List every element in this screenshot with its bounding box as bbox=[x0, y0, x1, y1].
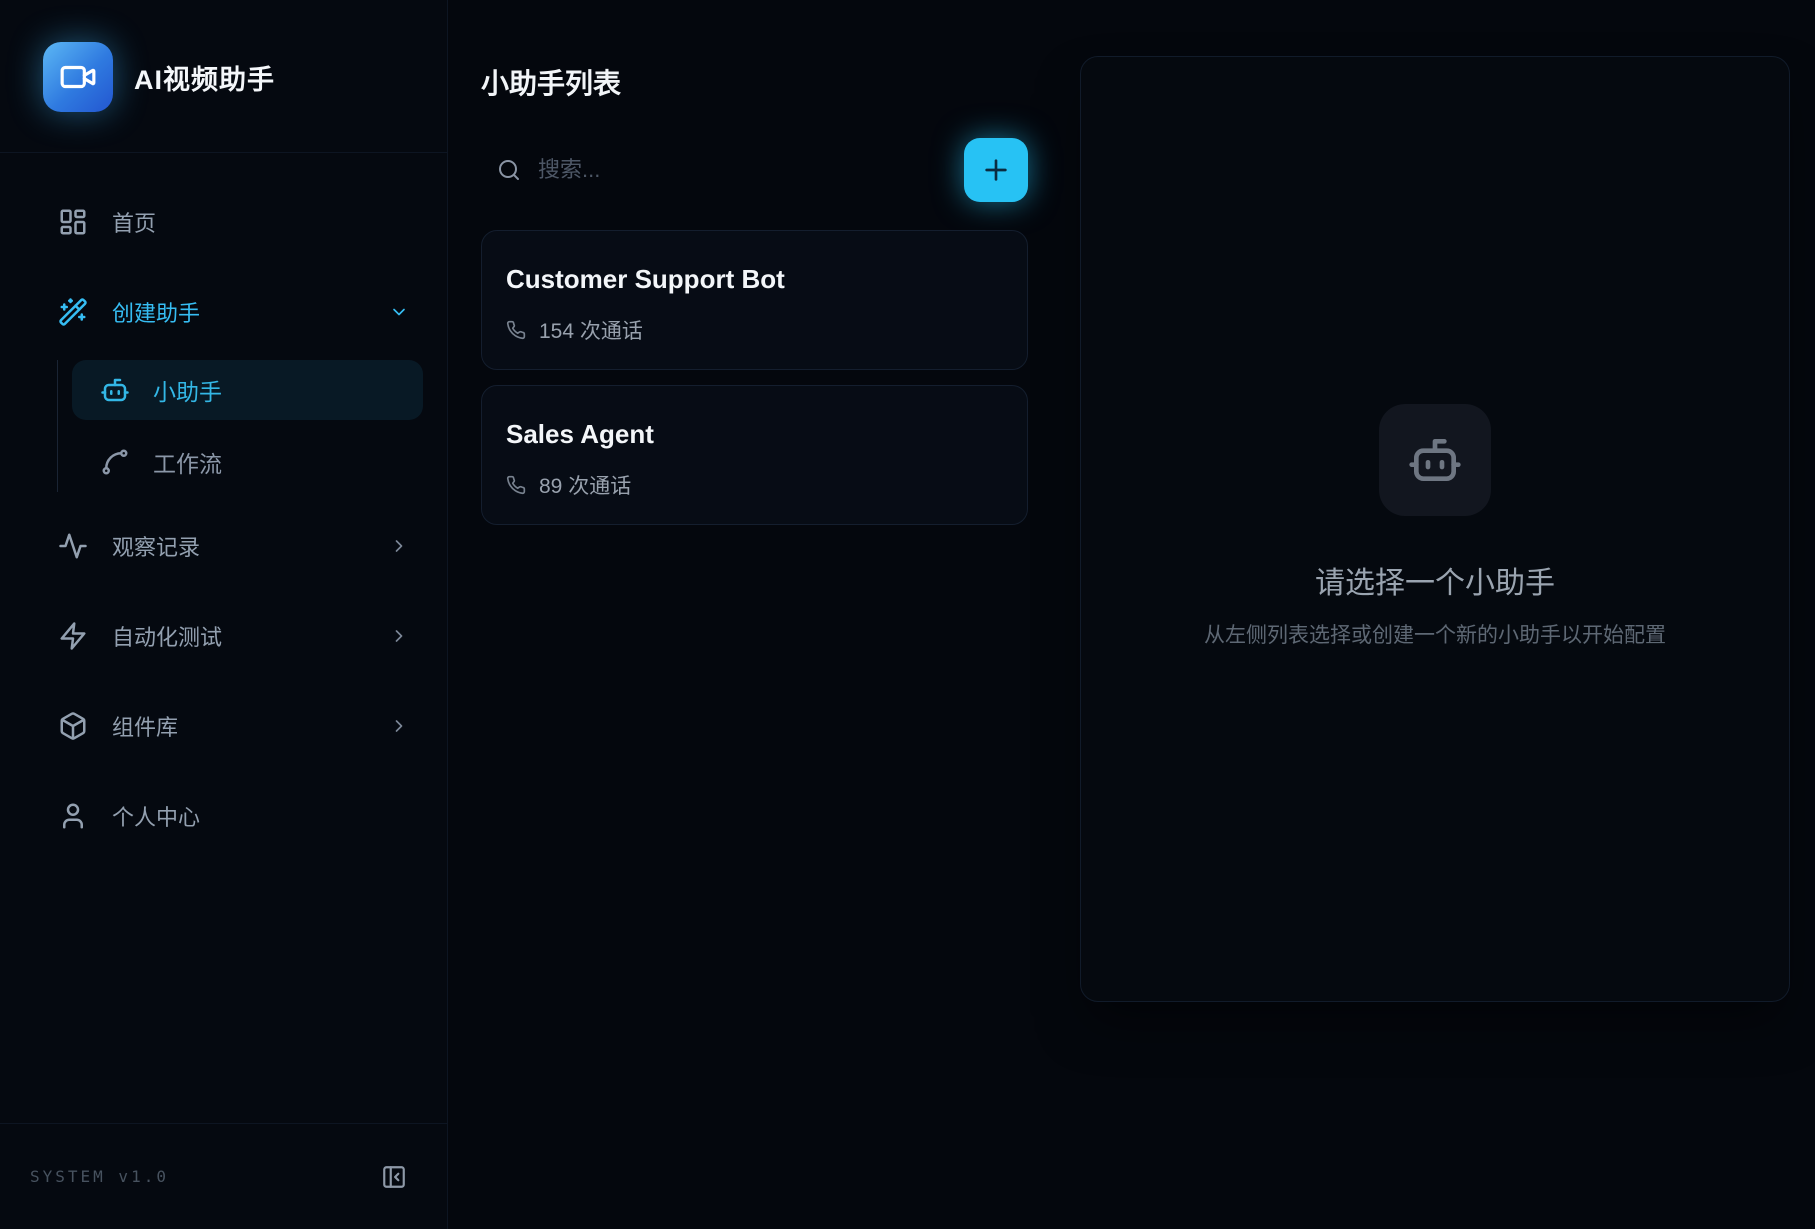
sidebar-subitem-assistant[interactable]: 小助手 bbox=[72, 360, 423, 420]
box-icon bbox=[58, 711, 88, 741]
app-root: AI视频助手 首页 创建助手 bbox=[0, 0, 1815, 1229]
plus-icon bbox=[980, 154, 1012, 186]
assistant-call-count: 154 次通话 bbox=[539, 315, 643, 345]
sidebar-item-label: 观察记录 bbox=[112, 530, 200, 562]
sidebar-item-component-library[interactable]: 组件库 bbox=[36, 702, 423, 750]
sidebar-item-label: 自动化测试 bbox=[112, 620, 222, 652]
sidebar-item-automation-test[interactable]: 自动化测试 bbox=[36, 612, 423, 660]
sidebar-item-label: 个人中心 bbox=[112, 800, 200, 832]
main-area: 小助手列表 Customer Support Bot bbox=[448, 0, 1815, 1229]
assistant-name: Sales Agent bbox=[506, 419, 1003, 450]
assistant-card[interactable]: Sales Agent 89 次通话 bbox=[481, 385, 1028, 525]
search-row bbox=[481, 138, 1028, 202]
chevron-down-icon bbox=[389, 302, 409, 322]
app-logo bbox=[43, 42, 113, 112]
app-title: AI视频助手 bbox=[134, 58, 275, 97]
assistant-detail-panel: 请选择一个小助手 从左侧列表选择或创建一个新的小助手以开始配置 bbox=[1080, 56, 1790, 1002]
magic-wand-icon bbox=[58, 297, 88, 327]
assistant-cards: Customer Support Bot 154 次通话 Sales Agent bbox=[481, 230, 1028, 525]
spline-icon bbox=[100, 447, 130, 477]
page-title: 小助手列表 bbox=[481, 62, 1028, 102]
assistant-meta: 154 次通话 bbox=[506, 315, 1003, 345]
assistant-list-panel: 小助手列表 Customer Support Bot bbox=[448, 0, 1028, 1229]
sidebar-nav: 首页 创建助手 小助手 bbox=[0, 153, 447, 1123]
sidebar: AI视频助手 首页 创建助手 bbox=[0, 0, 448, 1229]
phone-icon bbox=[506, 320, 526, 340]
activity-icon bbox=[58, 531, 88, 561]
add-assistant-button[interactable] bbox=[964, 138, 1028, 202]
sidebar-subitem-workflow[interactable]: 工作流 bbox=[72, 432, 423, 492]
sidebar-item-label: 创建助手 bbox=[112, 296, 200, 328]
chevron-right-icon bbox=[389, 536, 409, 556]
sidebar-item-label: 首页 bbox=[112, 206, 156, 238]
video-camera-icon bbox=[59, 58, 97, 96]
sidebar-item-home[interactable]: 首页 bbox=[36, 198, 423, 246]
sidebar-footer: SYSTEM v1.0 bbox=[0, 1123, 447, 1229]
chevron-right-icon bbox=[389, 716, 409, 736]
empty-state: 请选择一个小助手 从左侧列表选择或创建一个新的小助手以开始配置 bbox=[1204, 404, 1666, 649]
zap-icon bbox=[58, 621, 88, 651]
layout-dashboard-icon bbox=[58, 207, 88, 237]
search-icon bbox=[497, 158, 521, 182]
sidebar-item-observe-records[interactable]: 观察记录 bbox=[36, 522, 423, 570]
sidebar-subitem-label: 工作流 bbox=[153, 445, 222, 479]
assistant-call-count: 89 次通话 bbox=[539, 470, 631, 500]
sidebar-item-label: 组件库 bbox=[112, 710, 178, 742]
system-version: SYSTEM v1.0 bbox=[30, 1167, 169, 1186]
assistant-card[interactable]: Customer Support Bot 154 次通话 bbox=[481, 230, 1028, 370]
sidebar-subitem-label: 小助手 bbox=[153, 373, 222, 407]
panel-collapse-icon bbox=[381, 1164, 407, 1190]
user-icon bbox=[58, 801, 88, 831]
assistant-name: Customer Support Bot bbox=[506, 264, 1003, 295]
chevron-right-icon bbox=[389, 626, 409, 646]
phone-icon bbox=[506, 475, 526, 495]
sidebar-item-personal-center[interactable]: 个人中心 bbox=[36, 792, 423, 840]
empty-state-subtitle: 从左侧列表选择或创建一个新的小助手以开始配置 bbox=[1204, 619, 1666, 649]
bot-icon bbox=[100, 375, 130, 405]
assistant-meta: 89 次通话 bbox=[506, 470, 1003, 500]
collapse-sidebar-button[interactable] bbox=[381, 1164, 407, 1190]
sidebar-header: AI视频助手 bbox=[0, 0, 447, 153]
empty-state-title: 请选择一个小助手 bbox=[1315, 558, 1555, 602]
sidebar-item-create-assistant[interactable]: 创建助手 bbox=[36, 288, 423, 336]
sidebar-submenu: 小助手 工作流 bbox=[57, 360, 423, 492]
bot-icon bbox=[1407, 432, 1463, 488]
bot-icon-container bbox=[1379, 404, 1491, 516]
search-input[interactable] bbox=[538, 157, 964, 183]
